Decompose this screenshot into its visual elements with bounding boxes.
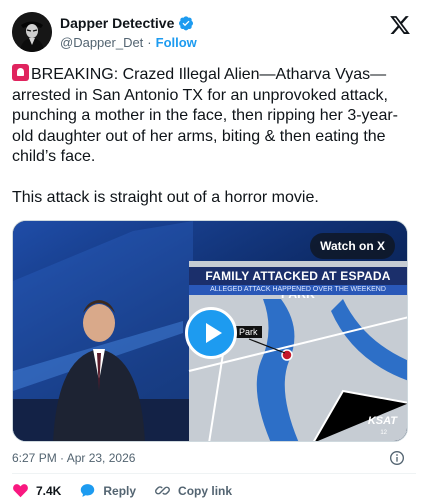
x-logo-icon[interactable] xyxy=(389,14,411,36)
follow-button[interactable]: Follow xyxy=(156,35,197,50)
action-bar: 7.4K Reply Copy link xyxy=(12,482,250,499)
news-banner-subtitle: ALLEGED ATTACK HAPPENED OVER THE WEEKEND xyxy=(189,285,407,295)
reply-bubble-icon xyxy=(81,484,95,497)
station-logo: KSAT xyxy=(367,415,397,427)
news-banner-title: FAMILY ATTACKED AT ESPADA PARK xyxy=(189,267,407,301)
copy-link-button[interactable]: Copy link xyxy=(154,482,232,499)
post-timestamp[interactable]: 6:27 PM · Apr 23, 2026 xyxy=(12,451,135,465)
footer-divider xyxy=(12,473,416,474)
info-icon[interactable] xyxy=(389,450,405,466)
verified-badge-icon xyxy=(179,16,194,31)
heart-icon xyxy=(13,484,28,498)
tweet-text: BREAKING: Crazed Illegal Alien—Atharva V… xyxy=(12,64,416,208)
tweet-paragraph-1-text: BREAKING: Crazed Illegal Alien—Atharva V… xyxy=(12,66,399,165)
video-player[interactable]: FAMILY ATTACKED AT ESPADA PARK ALLEGED A… xyxy=(12,220,408,442)
channel-number: 12 xyxy=(380,430,387,436)
tweet-paragraph-2: This attack is straight out of a horror … xyxy=(12,188,319,206)
author-avatar[interactable] xyxy=(12,12,52,52)
author-handle[interactable]: @Dapper_Det xyxy=(60,35,143,50)
copy-link-label: Copy link xyxy=(178,483,233,498)
author-display-name[interactable]: Dapper Detective xyxy=(60,15,174,31)
siren-emoji-icon xyxy=(12,64,29,81)
tweet-paragraph-1: BREAKING: Crazed Illegal Alien—Atharva V… xyxy=(12,64,416,168)
like-button[interactable]: 7.4K xyxy=(12,482,61,499)
likes-count: 7.4K xyxy=(36,483,62,498)
handle-separator: · xyxy=(147,35,152,50)
link-icon xyxy=(155,486,170,495)
reply-label: Reply xyxy=(103,483,137,498)
watch-on-x-button[interactable]: Watch on X xyxy=(310,233,395,259)
tweet-card: Dapper Detective @Dapper_Det · Follow BR… xyxy=(0,0,429,500)
reply-button[interactable]: Reply xyxy=(79,482,136,499)
map-park-label: Park xyxy=(235,326,262,338)
play-icon[interactable] xyxy=(185,307,237,359)
